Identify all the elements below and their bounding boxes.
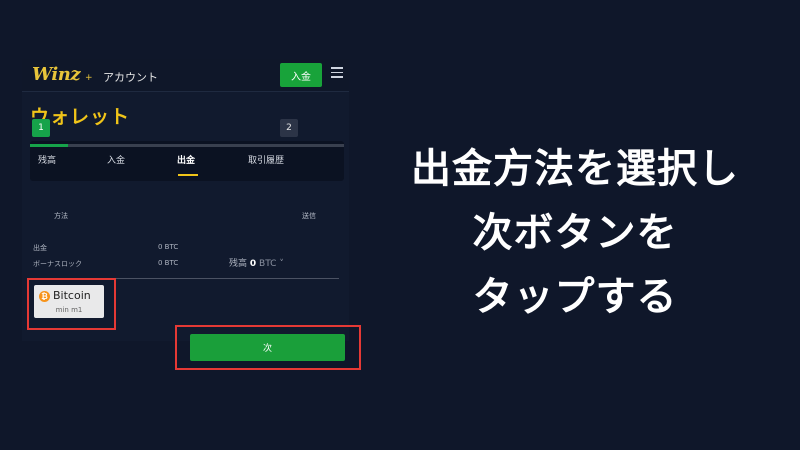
active-tab-indicator xyxy=(178,174,198,176)
tab-deposit[interactable]: 入金 xyxy=(107,153,125,166)
tab-history[interactable]: 取引履歴 xyxy=(248,153,284,166)
remaining-balance-selector[interactable]: 残高 0 BTC ˅ xyxy=(229,256,284,269)
bitcoin-highlight-box xyxy=(27,278,116,330)
instruction-caption: 出金方法を選択し 次ボタンを タップする xyxy=(355,137,795,329)
step-progress-track xyxy=(30,144,344,147)
step-2-label: 送信 xyxy=(302,212,316,220)
step-1-badge: 1 xyxy=(32,119,50,137)
next-button[interactable]: 次 xyxy=(190,334,345,361)
deposit-button[interactable]: 入金 xyxy=(280,63,322,87)
winz-logo[interactable]: Winz xyxy=(32,64,81,85)
step-1-label: 方法 xyxy=(54,212,68,220)
top-bar: Winz + アカウント 入金 xyxy=(22,59,349,92)
withdrawable-value: 0 BTC xyxy=(158,243,179,251)
remaining-balance-value: 0 xyxy=(249,259,257,269)
wallet-tabs: 残高 入金 出金 取引履歴 xyxy=(30,141,344,181)
logo-plus-icon: + xyxy=(85,73,93,83)
caption-line-1: 出金方法を選択し xyxy=(411,146,739,192)
step-2-badge: 2 xyxy=(280,119,298,137)
withdrawable-label: 出金 xyxy=(33,244,47,252)
tab-withdraw[interactable]: 出金 xyxy=(177,153,195,166)
hamburger-menu-icon[interactable] xyxy=(331,67,343,78)
bonus-lock-label: ボーナスロック xyxy=(33,260,82,268)
bonus-lock-value: 0 BTC xyxy=(158,259,179,267)
caption-line-3: タップする xyxy=(472,274,678,320)
tab-balance[interactable]: 残高 xyxy=(38,153,56,166)
remaining-balance-label: 残高 xyxy=(229,259,248,269)
caption-line-2: 次ボタンを xyxy=(472,210,678,256)
currency-dropdown[interactable]: BTC ˅ xyxy=(259,259,284,269)
account-link[interactable]: アカウント xyxy=(103,69,158,85)
step-progress-fill xyxy=(30,144,68,147)
